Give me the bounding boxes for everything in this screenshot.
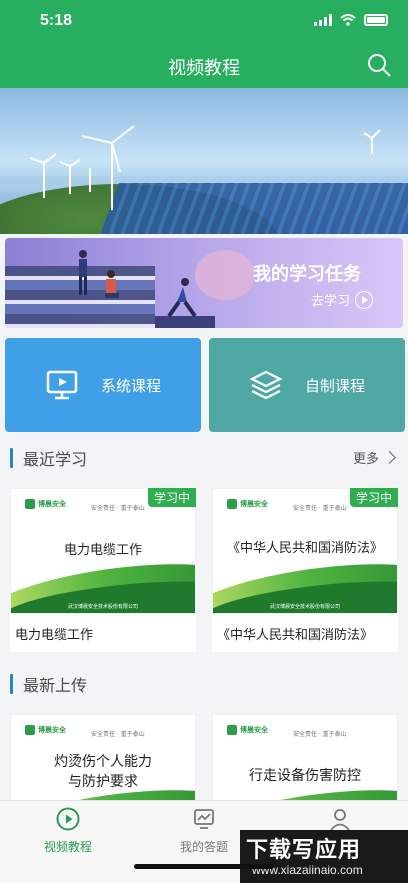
recent-section-title: 最近学习 <box>23 450 88 469</box>
brand-logo-icon <box>25 725 35 735</box>
hero-banner[interactable] <box>0 88 408 234</box>
status-time: 5:18 <box>40 12 73 29</box>
wind-turbine-image <box>29 125 381 210</box>
chevron-right-icon <box>383 451 396 464</box>
person-running-illustration <box>167 278 197 318</box>
video-title: 电力电缆工作 <box>15 628 94 643</box>
video-thumbnail: 博晨安全 安全责任 · 重于泰山 行走设备伤害防控 <box>212 714 398 804</box>
custom-course-button[interactable]: 自制课程 <box>209 338 405 432</box>
custom-course-label: 自制课程 <box>304 376 365 395</box>
more-link[interactable]: 更多 <box>353 448 396 467</box>
thumbnail-title: 行走设备伤害防控 <box>249 768 361 784</box>
watermark-logo: 下载写应用 www.xiazaiinaio.com <box>240 830 408 883</box>
brand-logo-icon <box>25 499 35 509</box>
app-header: 5:18 视频教程 <box>0 0 408 88</box>
task-title: 我的学习任务 <box>253 264 361 285</box>
thumbnail-title: 电力电缆工作 <box>63 543 142 558</box>
answer-chart-icon <box>194 809 214 829</box>
brand-logo-icon <box>227 725 237 735</box>
brand-logo-icon <box>227 499 237 509</box>
play-arrow-icon <box>355 290 374 309</box>
page-title: 视频教程 <box>168 58 240 79</box>
person-reading-illustration <box>105 270 119 298</box>
go-study-button[interactable]: 去学习 <box>311 290 374 309</box>
recent-video-card[interactable]: 博晨安全 安全责任 · 重于泰山 《中华人民共和国消防法》 （主席令第六号） 武… <box>212 488 398 652</box>
profile-icon <box>330 809 350 831</box>
app-page: 5:18 视频教程 我的学习任务 去学习 系统课程 自制课程 最近学习 更多 博… <box>0 0 408 883</box>
tab-label: 视频教程 <box>43 840 92 854</box>
video-title: 《中华人民共和国消防法》 <box>217 628 374 643</box>
system-course-button[interactable]: 系统课程 <box>5 338 201 432</box>
learning-task-card[interactable]: 我的学习任务 去学习 <box>5 238 403 328</box>
go-study-label: 去学习 <box>311 294 351 309</box>
latest-video-card[interactable]: 博晨安全 安全责任 · 重于泰山 灼烫伤个人能力 与防护要求 <box>10 714 196 804</box>
battery-icon <box>364 14 388 26</box>
person-illustration <box>79 250 87 295</box>
learning-status-badge: 学习中 <box>147 488 196 507</box>
signal-icon <box>314 14 332 26</box>
latest-section-header: 最新上传 <box>0 664 408 704</box>
latest-section-title: 最新上传 <box>23 676 88 695</box>
play-circle-icon <box>56 807 80 831</box>
thumbnail-title: 《中华人民共和国消防法》 <box>226 541 383 556</box>
search-icon[interactable] <box>366 52 392 78</box>
latest-video-card[interactable]: 博晨安全 安全责任 · 重于泰山 行走设备伤害防控 <box>212 714 398 804</box>
system-course-label: 系统课程 <box>100 376 161 395</box>
recent-video-card[interactable]: 博晨安全 安全责任 · 重于泰山 电力电缆工作 武汉博晨安全技术股份有限公司 学… <box>10 488 196 652</box>
thumbnail-title-line2: 与防护要求 <box>68 774 138 790</box>
tab-video-tutorial[interactable]: 视频教程 <box>0 807 136 855</box>
monitor-play-icon <box>46 370 78 400</box>
thumbnail-title: 灼烫伤个人能力 <box>54 754 152 770</box>
learning-status-badge: 学习中 <box>349 488 398 507</box>
video-thumbnail: 博晨安全 安全责任 · 重于泰山 灼烫伤个人能力 与防护要求 <box>10 714 196 804</box>
layers-icon <box>249 370 283 400</box>
recent-section-header: 最近学习 更多 <box>0 438 408 478</box>
wifi-icon <box>340 14 356 26</box>
status-icons <box>314 14 388 26</box>
home-indicator[interactable] <box>134 864 274 869</box>
